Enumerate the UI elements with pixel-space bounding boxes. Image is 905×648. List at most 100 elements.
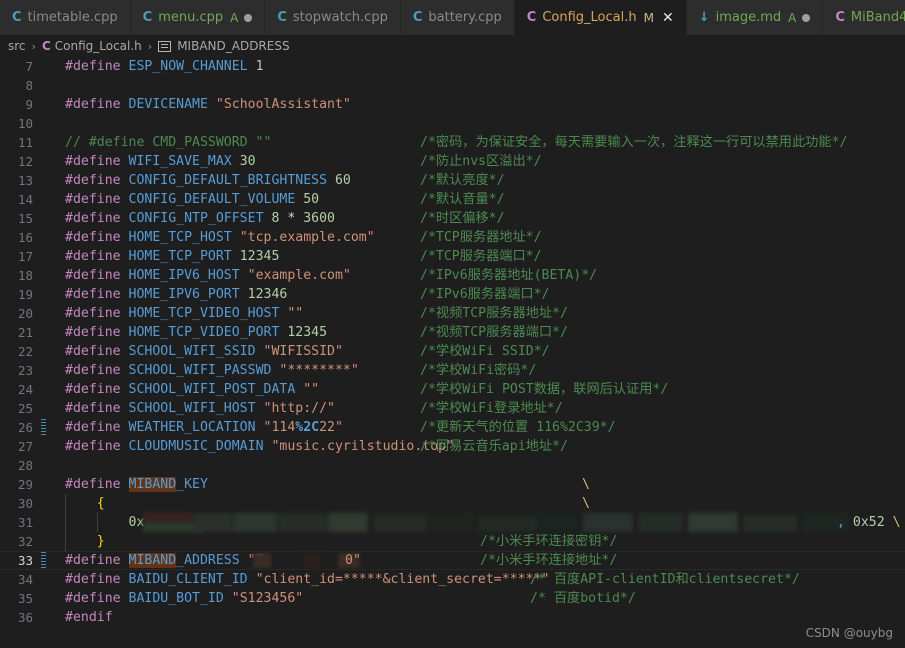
code-line[interactable]: 27 #define CLOUDMUSIC_DOMAIN "music.cyril…	[0, 437, 905, 456]
code-token: #define	[65, 154, 129, 169]
code-token: "114	[263, 420, 296, 435]
code-inline-comment: /*学校WiFi登录地址*/	[420, 401, 563, 416]
code-line-content: #endif	[47, 608, 905, 627]
line-change-marker	[41, 552, 46, 569]
code-inline-comment: /*视频TCP服务器端口*/	[420, 325, 568, 340]
code-line-content: {\	[47, 494, 905, 513]
tab-git-status-badge: A	[788, 10, 797, 25]
line-number: 20	[17, 306, 33, 321]
code-line[interactable]: 30 {\	[0, 494, 905, 513]
code-tokens: // #define CMD_PASSWORD ""	[65, 133, 271, 152]
breadcrumb: src › C Config_Local.h › MIBAND_ADDRESS	[0, 35, 905, 57]
redacted-region	[193, 513, 233, 532]
code-inline-comment: /*学校WiFi POST数据，联网后认证用*/	[420, 382, 669, 397]
tab-label: battery.cpp	[428, 10, 502, 25]
code-line[interactable]: 11 // #define CMD_PASSWORD "" /*密码，为保证安全，每…	[0, 133, 905, 152]
editor-tab-timetable-cpp[interactable]: Ctimetable.cpp	[0, 0, 131, 35]
code-token: #define	[65, 401, 129, 416]
code-line[interactable]: 31 0x , 0x52 \	[0, 513, 905, 532]
code-token: #define	[65, 344, 129, 359]
code-tokens: #define SCHOOL_WIFI_SSID "WIFISSID"	[65, 342, 343, 361]
chevron-right-icon: ›	[147, 39, 153, 53]
code-token: *	[279, 211, 304, 226]
line-number: 13	[17, 173, 33, 188]
code-token: #define	[65, 306, 129, 321]
header-file-icon: C	[41, 39, 51, 53]
redacted-region	[278, 513, 328, 532]
code-line[interactable]: 12 #define WIFI_SAVE_MAX 30 /*防止nvs区溢出*/	[0, 152, 905, 171]
code-line[interactable]: 32 } /*小米手环连接密钥*/	[0, 532, 905, 551]
code-line[interactable]: 24 #define SCHOOL_WIFI_POST_DATA "" /*学校Wi…	[0, 380, 905, 399]
code-token: ""	[287, 306, 304, 321]
line-number: 14	[17, 192, 33, 207]
code-line-content: #define CLOUDMUSIC_DOMAIN "music.cyrilst…	[47, 437, 905, 456]
code-tokens: }	[65, 532, 105, 551]
code-line[interactable]: 34 #define BAIDU_CLIENT_ID "client_id=***…	[0, 570, 905, 589]
code-line-content: #define DEVICENAME "SchoolAssistant"	[47, 95, 905, 114]
code-token: }	[96, 534, 105, 549]
redacted-region	[373, 515, 428, 532]
code-tokens: #define SCHOOL_WIFI_PASSWD "********"	[65, 361, 359, 380]
code-editor[interactable]: 7 #define ESP_NOW_CHANNEL 1 8 9 #define DEVI…	[0, 57, 905, 648]
code-line[interactable]: 29 #define MIBAND_KEY \	[0, 475, 905, 494]
code-line[interactable]: 16 #define HOME_TCP_HOST "tcp.example.com…	[0, 228, 905, 247]
code-line[interactable]: 10	[0, 114, 905, 133]
code-token: 12345	[239, 249, 280, 264]
code-line-content: #define SCHOOL_WIFI_POST_DATA "" /*学校WiFi…	[47, 380, 905, 399]
tab-dirty-dot-icon[interactable]	[244, 13, 253, 22]
code-tokens: #define WIFI_SAVE_MAX 30	[65, 152, 256, 171]
editor-tab-miband4-[interactable]: C MiBand4.	[823, 0, 905, 35]
code-line[interactable]: 18 #define HOME_IPV6_HOST "example.com" /*…	[0, 266, 905, 285]
code-line[interactable]: 36 #endif	[0, 608, 905, 627]
code-line[interactable]: 17 #define HOME_TCP_PORT 12345 /*TCP服务器端口*…	[0, 247, 905, 266]
code-line[interactable]: 7 #define ESP_NOW_CHANNEL 1	[0, 57, 905, 76]
redacted-region	[583, 513, 633, 532]
line-number: 27	[17, 439, 33, 454]
line-number: 10	[17, 116, 33, 131]
breadcrumb-item-folder[interactable]: src	[8, 39, 26, 53]
code-line-content: #define BAIDU_CLIENT_ID "client_id=*****…	[47, 570, 905, 589]
editor-tab-battery-cpp[interactable]: Cbattery.cpp	[400, 0, 515, 35]
code-line[interactable]: 15 #define CONFIG_NTP_OFFSET 8 * 3600 /*时区…	[0, 209, 905, 228]
tab-dirty-dot-icon[interactable]	[802, 13, 811, 22]
line-number: 9	[25, 97, 33, 112]
code-token: #define	[65, 439, 129, 454]
editor-tab-config-local-h[interactable]: C Config_Local.h M ✕	[514, 0, 687, 35]
code-token: "client_id=*****&client_secret=*****"	[255, 572, 550, 587]
tab-label: image.md	[715, 10, 782, 25]
code-lines[interactable]: 7 #define ESP_NOW_CHANNEL 1 8 9 #define DEVI…	[0, 57, 905, 627]
code-token: #define	[65, 59, 129, 74]
breadcrumb-item-file[interactable]: Config_Local.h	[55, 39, 142, 53]
code-line[interactable]: 13 #define CONFIG_DEFAULT_BRIGHTNESS 60 /*…	[0, 171, 905, 190]
code-line[interactable]: 26 #define WEATHER_LOCATION "114%2C22" /*更…	[0, 418, 905, 437]
breadcrumb-item-symbol[interactable]: MIBAND_ADDRESS	[177, 39, 289, 53]
code-token: #define	[65, 287, 129, 302]
code-line-content: #define HOME_TCP_HOST "tcp.example.com" /…	[47, 228, 905, 247]
code-line[interactable]: 20 #define HOME_TCP_VIDEO_HOST "" /*视频TCP服…	[0, 304, 905, 323]
editor-tab-menu-cpp[interactable]: Cmenu.cpp A	[130, 0, 266, 35]
editor-tab-stopwatch-cpp[interactable]: Cstopwatch.cpp	[265, 0, 401, 35]
code-line[interactable]: 35 #define BAIDU_BOT_ID "S123456" /* 百度bot…	[0, 589, 905, 608]
line-number: 11	[17, 135, 33, 150]
code-line[interactable]: 23 #define SCHOOL_WIFI_PASSWD "********" /…	[0, 361, 905, 380]
code-line-content: #define CONFIG_DEFAULT_VOLUME 50 /*默认音量*/	[47, 190, 905, 209]
code-token: // #define CMD_PASSWORD ""	[65, 135, 272, 150]
code-line[interactable]: 19 #define HOME_IPV6_PORT 12346 /*IPv6服务器端…	[0, 285, 905, 304]
code-line[interactable]: 33 #define MIBAND_ADDRESS "E 0" /*小米手环连接地址*…	[0, 551, 905, 570]
code-line[interactable]: 8	[0, 76, 905, 95]
code-line[interactable]: 21 #define HOME_TCP_VIDEO_PORT 12345 /*视频T…	[0, 323, 905, 342]
editor-tab-image-md[interactable]: ↓ image.md A	[686, 0, 824, 35]
code-line[interactable]: 25 #define SCHOOL_WIFI_HOST "http://" /*学校…	[0, 399, 905, 418]
code-line[interactable]: 28	[0, 456, 905, 475]
code-inline-comment: /*TCP服务器端口*/	[420, 249, 542, 264]
line-number: 30	[17, 496, 33, 511]
code-line[interactable]: 9 #define DEVICENAME "SchoolAssistant"	[0, 95, 905, 114]
code-tokens: #define HOME_IPV6_PORT 12346	[65, 285, 287, 304]
code-inline-comment: /*IPv6服务器端口*/	[420, 287, 550, 302]
line-number: 25	[17, 401, 33, 416]
close-icon[interactable]: ✕	[662, 11, 674, 25]
editor-tab-bar: Ctimetable.cpp Cmenu.cpp A Cstopwatch.cpp Cb…	[0, 0, 905, 35]
code-line-content: #define HOME_TCP_VIDEO_PORT 12345 /*视频TCP…	[47, 323, 905, 342]
code-line[interactable]: 22 #define SCHOOL_WIFI_SSID "WIFISSID" /*学…	[0, 342, 905, 361]
code-line[interactable]: 14 #define CONFIG_DEFAULT_VOLUME 50 /*默认音量…	[0, 190, 905, 209]
